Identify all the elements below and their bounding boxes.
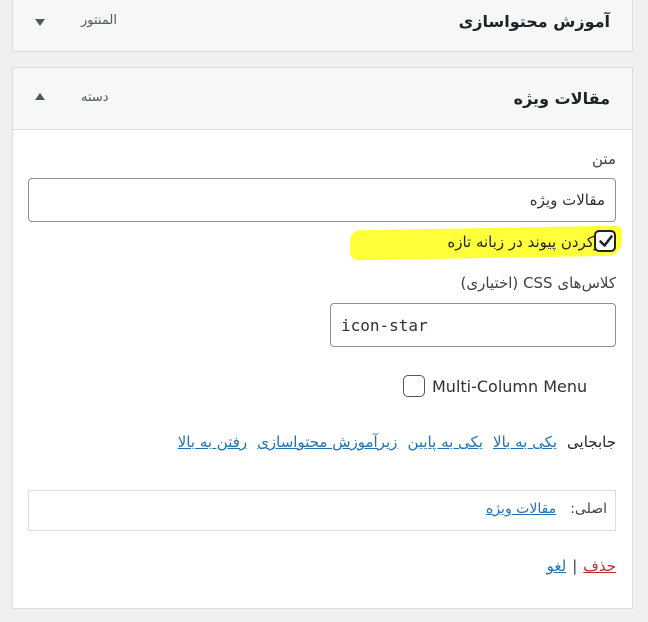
- original-box: اصلی: مقالات ویژه: [28, 490, 616, 531]
- multi-column-checkbox[interactable]: [403, 375, 425, 397]
- multi-column-label: Multi-Column Menu: [432, 377, 588, 396]
- checkmark-icon: [599, 235, 613, 247]
- nav-label-label: متن: [592, 150, 616, 168]
- new-tab-checkbox[interactable]: [594, 230, 616, 252]
- chevron-down-icon[interactable]: [35, 19, 45, 26]
- menu-item-title: مقالات ویژه: [513, 89, 610, 108]
- nav-label-input[interactable]: مقالات ویژه: [28, 178, 616, 222]
- menu-item-bar[interactable]: آموزش محتواسازی المنتور: [13, 0, 632, 53]
- menu-item-type: المنتور: [81, 13, 117, 28]
- move-under-link[interactable]: زیرآموزش محتواسازی: [257, 433, 397, 451]
- css-classes-input[interactable]: icon-star: [330, 303, 616, 347]
- chevron-up-icon[interactable]: [35, 93, 45, 100]
- move-up-link[interactable]: یکی به بالا: [493, 433, 557, 451]
- actions-separator: |: [572, 557, 578, 575]
- original-label: اصلی:: [570, 501, 607, 517]
- cancel-link[interactable]: لغو: [547, 557, 567, 575]
- nav-label-value: مقالات ویژه: [529, 191, 605, 209]
- original-row: اصلی: مقالات ویژه: [486, 501, 607, 517]
- remove-link[interactable]: حذف: [583, 557, 616, 575]
- menu-item-amoozesh: آموزش محتواسازی المنتور: [12, 0, 633, 52]
- new-tab-label: بازکردن پیوند در زبانه تازه: [447, 233, 610, 251]
- menu-item-title: آموزش محتواسازی: [458, 12, 610, 31]
- move-label: جابجایی: [567, 433, 616, 451]
- move-top-link[interactable]: رفتن به بالا: [178, 433, 247, 451]
- actions-row: حذف | لغو: [547, 557, 616, 575]
- original-link[interactable]: مقالات ویژه: [486, 501, 556, 517]
- css-classes-value: icon-star: [341, 315, 428, 335]
- menu-item-bar[interactable]: مقالات ویژه دسته: [13, 68, 632, 130]
- move-row: جابجایی یکی به بالا یکی به پایین زیرآموز…: [178, 433, 616, 451]
- menu-item-type: دسته: [81, 90, 109, 105]
- move-down-link[interactable]: یکی به پایین: [407, 433, 483, 451]
- css-classes-label: کلاس‌های CSS (اختیاری): [460, 274, 616, 292]
